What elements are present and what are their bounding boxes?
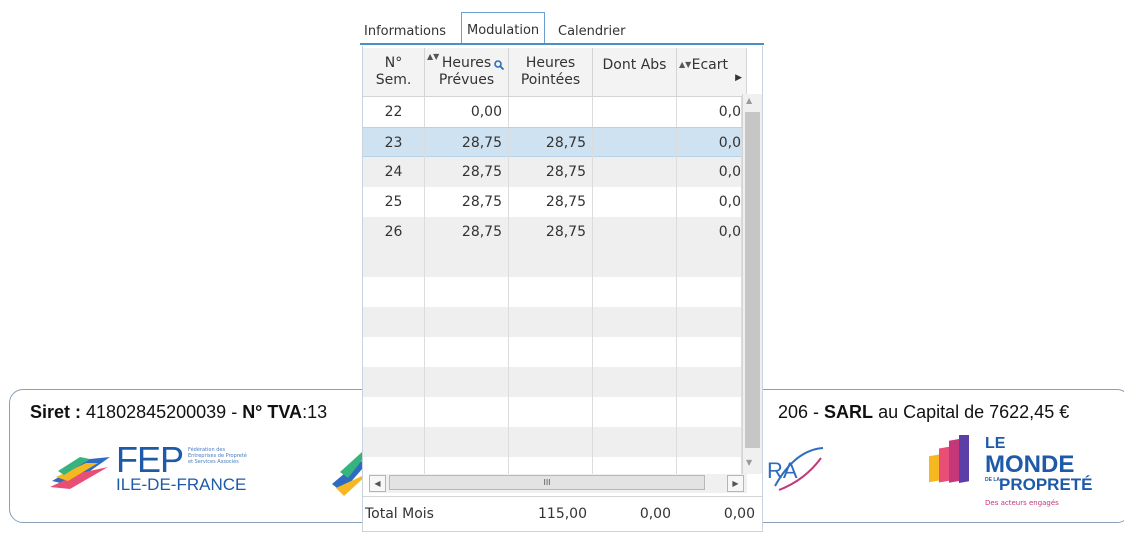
monde-tagline: Des acteurs engagés bbox=[985, 499, 1059, 507]
cell-dont-abs bbox=[593, 97, 677, 127]
sort-icon: ▲▼ bbox=[427, 52, 440, 61]
cell-sem: 24 bbox=[363, 157, 425, 187]
total-row: Total Mois 115,00 0,00 0,00 bbox=[363, 496, 762, 531]
cell-ecart: 0,0 bbox=[677, 97, 742, 127]
footer-code: 206 bbox=[778, 402, 809, 422]
cell-prevues: 28,75 bbox=[425, 128, 509, 158]
chevron-right-icon[interactable]: ▶ bbox=[735, 61, 742, 95]
cell-dont-abs bbox=[593, 128, 677, 158]
grid-body: 22 0,00 0,0 23 28,75 28,75 0,0 24 28,75 … bbox=[363, 97, 742, 475]
cell-sem: 22 bbox=[363, 97, 425, 127]
monde-de-la: DE LA bbox=[985, 477, 1000, 483]
siret-label: Siret : bbox=[30, 402, 82, 422]
monde-proprete-logo: LE MONDE DE LA PROPRETÉ Des acteurs enga… bbox=[925, 433, 1093, 510]
table-row[interactable]: 26 28,75 28,75 0,0 bbox=[363, 217, 742, 247]
col-sem-line2: Sem. bbox=[375, 72, 412, 88]
total-ecart: 0,00 bbox=[723, 506, 755, 522]
scroll-up-icon[interactable]: ▲ bbox=[746, 96, 752, 105]
cell-ecart: 0,0 bbox=[677, 217, 742, 247]
tva-value: :13 bbox=[302, 402, 328, 422]
cell-prevues: 28,75 bbox=[425, 187, 509, 217]
total-dont-abs: 0,00 bbox=[639, 506, 671, 522]
empty-row bbox=[363, 427, 742, 457]
sort-icon: ▲▼ bbox=[679, 60, 692, 69]
table-row[interactable]: 22 0,00 0,0 bbox=[363, 97, 742, 127]
vertical-scroll-thumb[interactable] bbox=[745, 112, 760, 448]
total-pointees: 115,00 bbox=[538, 506, 587, 522]
scroll-down-icon[interactable]: ▼ bbox=[746, 458, 752, 467]
sarl-label: SARL bbox=[824, 402, 874, 422]
cell-pointees: 28,75 bbox=[509, 187, 593, 217]
cell-prevues: 28,75 bbox=[425, 217, 509, 247]
scroll-right-icon[interactable]: ▶ bbox=[727, 475, 744, 492]
cell-sem: 25 bbox=[363, 187, 425, 217]
horizontal-scroll-thumb[interactable]: III bbox=[389, 475, 705, 490]
footer-legal-right: 206 - SARL au Capital de 7622,45 € bbox=[778, 402, 1070, 422]
fep-mark-icon bbox=[50, 457, 110, 489]
cell-dont-abs bbox=[593, 217, 677, 247]
table-row[interactable]: 24 28,75 28,75 0,0 bbox=[363, 157, 742, 187]
tva-label: N° TVA bbox=[242, 402, 303, 422]
fep-subtitle: Fédération des Entreprises de Propreté e… bbox=[188, 447, 247, 465]
empty-row bbox=[363, 307, 742, 337]
scroll-left-icon[interactable]: ◀ bbox=[369, 475, 386, 492]
col-header-dont-abs[interactable]: Dont Abs bbox=[593, 48, 677, 96]
col-pointees-line2: Pointées bbox=[520, 72, 581, 88]
cell-pointees bbox=[509, 97, 593, 127]
col-sem-line1: N° bbox=[384, 55, 403, 71]
cell-ecart: 0,0 bbox=[677, 187, 742, 217]
empty-row bbox=[363, 367, 742, 397]
col-header-prevues[interactable]: ▲▼ Heures Prévues bbox=[425, 48, 509, 96]
tab-underline bbox=[360, 43, 764, 45]
col-header-ecart[interactable]: ▲▼ Ecart ▶ bbox=[677, 48, 747, 96]
col-dont-abs-label: Dont Abs bbox=[602, 57, 667, 73]
tab-modulation[interactable]: Modulation bbox=[461, 12, 546, 44]
footer-legal-left: Siret : 41802845200039 - N° TVA:13 bbox=[30, 402, 328, 422]
empty-row bbox=[363, 337, 742, 367]
horizontal-scrollbar[interactable]: ◀ III ▶ bbox=[369, 474, 747, 493]
cell-pointees: 28,75 bbox=[509, 128, 593, 158]
cell-sem: 26 bbox=[363, 217, 425, 247]
table-row[interactable]: 25 28,75 28,75 0,0 bbox=[363, 187, 742, 217]
siret-value: 41802845200039 bbox=[86, 402, 227, 422]
col-header-sem[interactable]: N° Sem. bbox=[363, 48, 425, 96]
empty-row bbox=[363, 457, 742, 475]
col-header-pointees[interactable]: Heures Pointées bbox=[509, 48, 593, 96]
total-label: Total Mois bbox=[365, 506, 434, 522]
cell-dont-abs bbox=[593, 157, 677, 187]
cell-ecart: 0,0 bbox=[677, 128, 742, 158]
empty-row bbox=[363, 247, 742, 277]
tab-informations[interactable]: Informations bbox=[360, 22, 450, 42]
cell-pointees: 28,75 bbox=[509, 157, 593, 187]
monde-mark-icon bbox=[929, 433, 969, 484]
search-icon[interactable] bbox=[494, 60, 504, 70]
cell-sem: 23 bbox=[363, 128, 425, 158]
fep-logo: FEP Fédération des Entreprises de Propre… bbox=[50, 439, 250, 495]
modulation-grid: N° Sem. ▲▼ Heures Prévues Heures Pointée… bbox=[362, 46, 763, 532]
ra-logo-icon: RA bbox=[767, 447, 824, 491]
cell-pointees: 28,75 bbox=[509, 217, 593, 247]
cell-dont-abs bbox=[593, 187, 677, 217]
empty-row bbox=[363, 277, 742, 307]
capital-text: au Capital de 7622,45 € bbox=[878, 402, 1070, 422]
col-pointees-line1: Heures bbox=[525, 55, 576, 71]
vertical-scrollbar[interactable]: ▲ ▼ bbox=[742, 94, 762, 474]
fep-region: ILE-DE-FRANCE bbox=[116, 475, 247, 494]
col-prevues-line2: Prévues bbox=[438, 72, 495, 88]
tab-bar: Informations Modulation Calendrier bbox=[360, 12, 764, 46]
tab-calendrier[interactable]: Calendrier bbox=[554, 22, 629, 42]
cell-prevues: 0,00 bbox=[425, 97, 509, 127]
table-row-selected[interactable]: 23 28,75 28,75 0,0 bbox=[363, 127, 742, 158]
grid-header: N° Sem. ▲▼ Heures Prévues Heures Pointée… bbox=[363, 48, 747, 97]
empty-row bbox=[363, 397, 742, 427]
ra-logo: RA bbox=[765, 440, 825, 500]
cell-prevues: 28,75 bbox=[425, 157, 509, 187]
monde-line3: PROPRETÉ bbox=[999, 475, 1093, 494]
ra-text: RA bbox=[767, 458, 798, 483]
cell-ecart: 0,0 bbox=[677, 157, 742, 187]
